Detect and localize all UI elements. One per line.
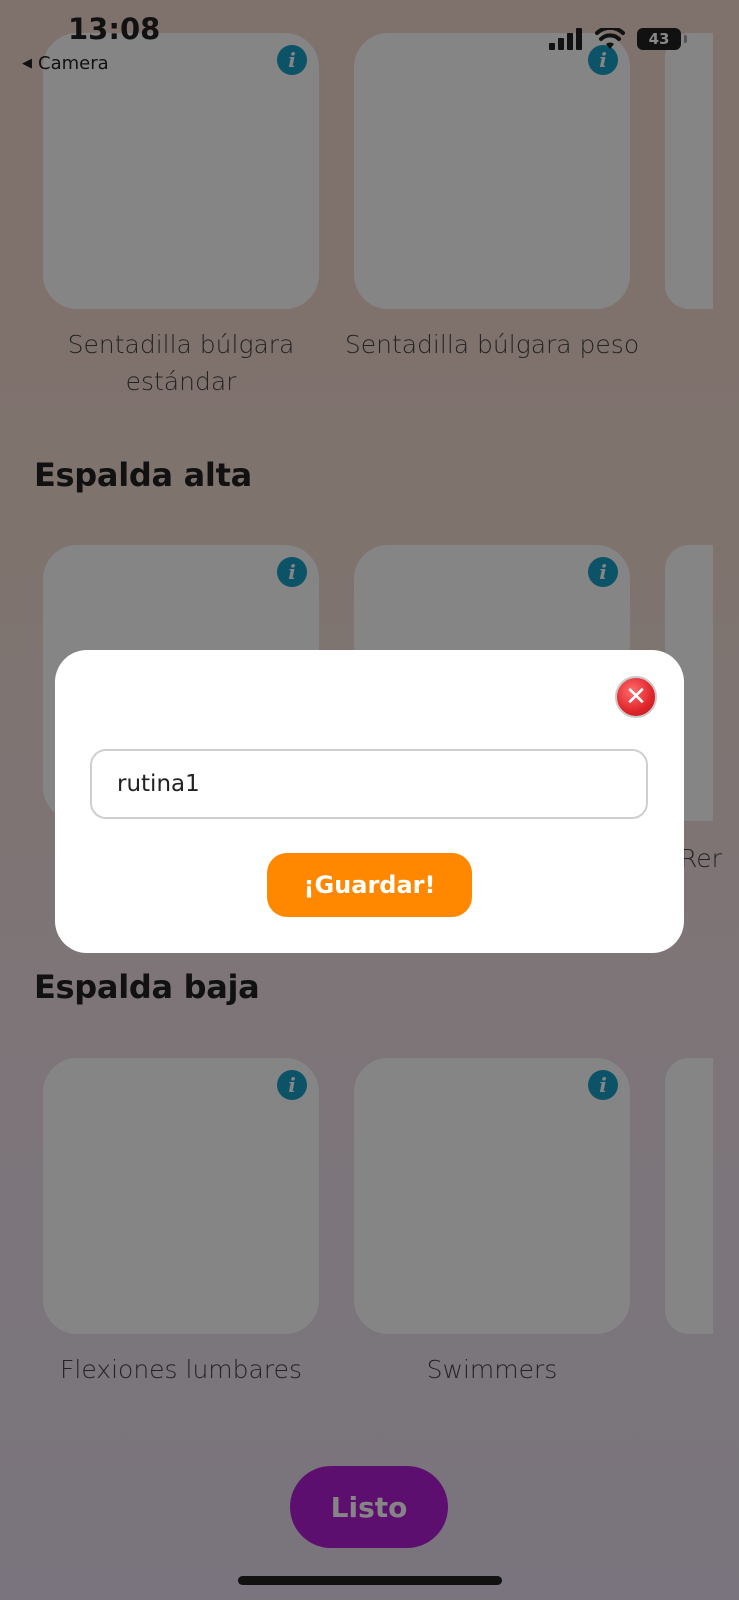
signal-icon: [549, 28, 582, 50]
battery-icon: 43: [637, 28, 687, 50]
screen: 13:08 ◀ Camera 43 i i Sentadilla búlgara…: [0, 0, 739, 1600]
home-indicator[interactable]: [238, 1576, 502, 1585]
back-arrow-icon: ◀: [22, 56, 32, 71]
status-time: 13:08: [68, 12, 161, 46]
save-routine-dialog: ✕ ¡Guardar!: [55, 650, 684, 953]
routine-name-input[interactable]: [90, 749, 648, 819]
battery-level: 43: [648, 30, 670, 48]
close-icon[interactable]: ✕: [615, 676, 657, 718]
back-to-camera-link[interactable]: ◀ Camera: [22, 53, 109, 74]
save-button[interactable]: ¡Guardar!: [267, 853, 472, 917]
back-label: Camera: [38, 53, 109, 74]
status-icons: 43: [549, 28, 687, 50]
wifi-icon: [595, 28, 625, 49]
